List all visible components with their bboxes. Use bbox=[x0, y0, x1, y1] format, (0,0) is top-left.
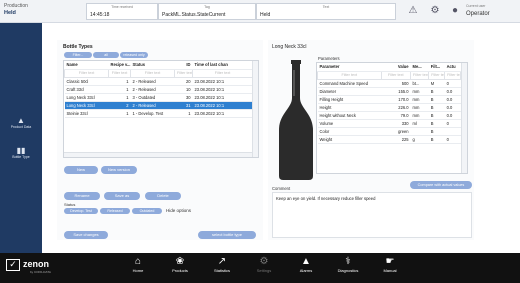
text-cell: Text Held bbox=[256, 3, 396, 20]
parameters-vertical-scrollbar[interactable] bbox=[461, 63, 467, 173]
col-measure[interactable]: Me... bbox=[410, 63, 429, 72]
parameters-title: Parameters bbox=[318, 56, 340, 61]
status-outdated-button[interactable]: Outdated bbox=[132, 208, 162, 214]
nav-diagnostics[interactable]: ⚕ Diagnostics bbox=[330, 255, 366, 281]
parameter-row[interactable]: Command Machine Speed 500 bt... M 0 bbox=[317, 79, 461, 88]
nav-settings[interactable]: ⚙ Settings bbox=[246, 255, 282, 281]
tag-cell: Tag PackML.Status.StateCurrent bbox=[158, 3, 256, 20]
detail-title: Long Neck 33cl bbox=[272, 44, 307, 50]
delete-button[interactable]: Delete bbox=[145, 192, 181, 200]
filter-filter-input[interactable]: Filter text bbox=[428, 70, 446, 80]
zenon-logo-icon: ✓ bbox=[6, 259, 20, 271]
diagnostics-icon: ⚕ bbox=[345, 256, 351, 267]
filter-button[interactable]: Filter... bbox=[64, 52, 92, 58]
filter-all-button[interactable]: all bbox=[93, 52, 119, 58]
home-icon: ⌂ bbox=[134, 256, 142, 267]
bottle-types-table: Name Recipe v... Status ID Time of last … bbox=[63, 60, 259, 158]
product-data-icon: ▲ bbox=[17, 116, 25, 125]
production-label: Production bbox=[4, 3, 28, 9]
vertical-scrollbar[interactable] bbox=[252, 61, 258, 157]
nav-statistics[interactable]: ↗ Statistics bbox=[204, 255, 240, 281]
time-received-value: 14:45:18 bbox=[90, 12, 110, 18]
filter-measure-input[interactable]: Filter text bbox=[410, 70, 430, 80]
bottle-types-title: Bottle Types bbox=[63, 44, 93, 50]
nav-alarms[interactable]: ▲ Alarms bbox=[288, 255, 324, 281]
table-row[interactable]: Craft 33cl 1 2 - Released 10 23.08.2022 … bbox=[64, 85, 253, 94]
current-user-caption: Current user bbox=[466, 4, 486, 8]
bottle-illustration bbox=[279, 60, 313, 180]
table-row[interactable]: Classic 50cl 1 2 - Released 20 23.08.202… bbox=[64, 77, 253, 86]
compare-actual-values-button[interactable]: Compare with actual values bbox=[410, 181, 472, 189]
col-id[interactable]: ID bbox=[174, 61, 193, 70]
col-recipe-version[interactable]: Recipe v... bbox=[108, 61, 131, 70]
brand-name: zenon bbox=[23, 259, 49, 269]
brand-tagline: by COPA-DATA bbox=[30, 270, 51, 274]
status-develop-test-button[interactable]: Develop. Test bbox=[64, 208, 98, 214]
save-as-button[interactable]: Save as bbox=[104, 192, 140, 200]
time-received-cell: Time received 14:45:18 bbox=[86, 3, 158, 20]
col-time[interactable]: Time of last chan bbox=[192, 61, 253, 70]
col-value[interactable]: Value bbox=[381, 63, 411, 72]
col-filter[interactable]: Filt... bbox=[428, 63, 445, 72]
save-changes-button[interactable]: Save changes bbox=[64, 231, 108, 239]
filter-name-input[interactable]: Filter text bbox=[64, 68, 109, 78]
new-version-button[interactable]: New version bbox=[101, 166, 137, 174]
filter-actual-input[interactable]: Filter text bbox=[444, 70, 461, 80]
nav-bottle-type[interactable]: ▮▮ Bottle Type bbox=[0, 146, 42, 168]
table-row-selected[interactable]: Long Neck 33cl 2 2 - Released 31 23.08.2… bbox=[64, 101, 253, 110]
nav-home[interactable]: ⌂ Home bbox=[120, 255, 156, 281]
col-actual[interactable]: Actu bbox=[444, 63, 461, 72]
parameter-row[interactable]: Height without Neck 79.0 mm B 0.0 bbox=[317, 111, 461, 120]
current-user-value: Operator bbox=[466, 11, 490, 17]
parameter-row[interactable]: Filling Height 170.0 mm B 0.0 bbox=[317, 95, 461, 104]
col-status[interactable]: Status bbox=[130, 61, 175, 70]
tag-value: PackML.Status.StateCurrent bbox=[162, 12, 226, 18]
select-bottle-type-button[interactable]: select bottle type bbox=[198, 231, 256, 239]
filter-value-input[interactable]: Filter text bbox=[380, 70, 412, 80]
products-icon: ❀ bbox=[175, 256, 185, 267]
table-row[interactable]: Steinie 33cl 1 1 - Develop. Test 1 23.08… bbox=[64, 109, 253, 118]
table-row[interactable]: Long Neck 33cl 1 3 - Outdated 30 23.08.2… bbox=[64, 93, 253, 102]
production-state: Held bbox=[4, 10, 16, 16]
rename-button[interactable]: Rename bbox=[64, 192, 100, 200]
filter-status-input[interactable]: Filter text bbox=[130, 68, 175, 78]
statistics-icon: ↗ bbox=[217, 256, 227, 267]
parameter-row[interactable]: Volume 330 ml B 0 bbox=[317, 119, 461, 128]
filter-released-button[interactable]: released only bbox=[120, 52, 148, 58]
top-header: Production Held Time received 14:45:18 T… bbox=[0, 0, 520, 23]
hide-options-toggle[interactable]: Hide options bbox=[166, 208, 191, 213]
parameter-row[interactable]: Diameter 155.0 mm B 0.0 bbox=[317, 87, 461, 96]
parameter-row[interactable]: Color green B bbox=[317, 127, 461, 136]
comment-label: Comment bbox=[272, 186, 291, 191]
left-navigation bbox=[0, 23, 42, 253]
text-value: Held bbox=[260, 12, 271, 18]
user-icon[interactable]: ● bbox=[450, 6, 460, 16]
col-name[interactable]: Name bbox=[64, 61, 109, 70]
nav-product-data[interactable]: ▲ Product Data bbox=[0, 116, 42, 138]
filter-time-input[interactable]: Filter text bbox=[192, 68, 253, 78]
parameter-row[interactable]: Weight 225 g B 0 bbox=[317, 135, 461, 144]
comment-textarea[interactable]: Keep an eye on yield. If necessary reduc… bbox=[272, 192, 472, 238]
nav-products[interactable]: ❀ Products bbox=[162, 255, 198, 281]
filter-recipe-input[interactable]: Filter text bbox=[108, 68, 131, 78]
status-label: Status bbox=[64, 202, 76, 207]
horizontal-scrollbar[interactable] bbox=[64, 152, 252, 157]
filter-id-input[interactable]: Filter text bbox=[174, 68, 193, 78]
parameters-table: Parameter Value Me... Filt... Actu Filte… bbox=[316, 62, 468, 174]
alarm-bell-icon[interactable]: ⚠ bbox=[408, 6, 418, 16]
new-button[interactable]: New bbox=[64, 166, 98, 174]
manual-icon: ☛ bbox=[385, 256, 395, 267]
col-parameter[interactable]: Parameter bbox=[317, 63, 382, 72]
filter-parameter-input[interactable]: Filter text bbox=[317, 70, 382, 80]
bottle-type-icon: ▮▮ bbox=[16, 146, 26, 155]
alarm-icon: ▲ bbox=[301, 256, 311, 267]
status-released-button[interactable]: Released bbox=[100, 208, 130, 214]
settings-icon: ⚙ bbox=[259, 256, 269, 267]
nav-manual[interactable]: ☛ Manual bbox=[372, 255, 408, 281]
parameter-row[interactable]: Height 226.0 mm B 0.0 bbox=[317, 103, 461, 112]
gear-icon[interactable]: ⚙ bbox=[430, 6, 440, 16]
